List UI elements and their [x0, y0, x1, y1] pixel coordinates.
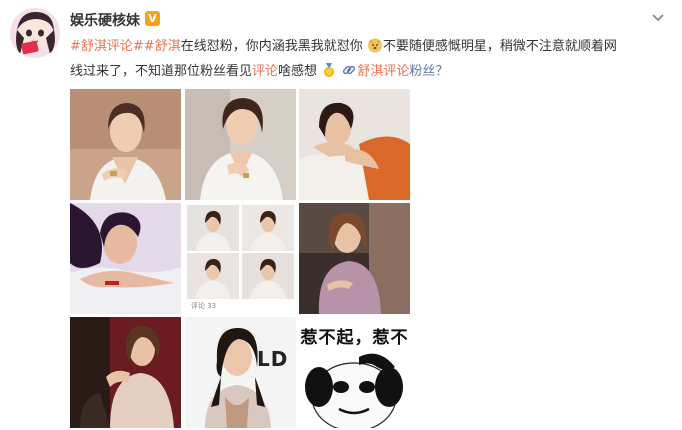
gold-medal-emoji: [321, 62, 337, 78]
super-topic-link[interactable]: 舒淇评论: [357, 64, 409, 79]
topic-link[interactable]: #舒淇: [144, 39, 181, 54]
doge-emoji: [367, 37, 383, 53]
post-text-segment: 啥感想: [278, 64, 318, 79]
post-image[interactable]: [70, 203, 181, 314]
image-grid: 评论 33 LD 惹不起，惹不: [70, 89, 410, 429]
post-text-segment: 在线怼粉，你内涵我黑我就怼你: [180, 39, 363, 54]
post-image[interactable]: 评论 33: [185, 203, 296, 314]
post-text: #舒淇评论##舒淇在线怼粉，你内涵我黑我就怼你 不要随便感慨明星，稍微不注意就顺…: [70, 34, 660, 84]
post-text-tail: 粉丝？: [409, 64, 449, 79]
verified-badge: V: [145, 11, 160, 26]
post-image[interactable]: LD: [185, 317, 296, 428]
topic-link[interactable]: #舒淇评论#: [70, 39, 144, 54]
keyword-link[interactable]: 评论: [252, 64, 278, 79]
image-caption: 评论 33: [191, 302, 217, 310]
post-image[interactable]: [70, 89, 181, 200]
meme-caption: 惹不起，惹不: [300, 328, 409, 348]
post-text-segment: 线过来了，不知道那位粉丝看见: [70, 64, 253, 79]
post-image[interactable]: [299, 203, 410, 314]
avatar[interactable]: [10, 8, 60, 58]
post-image[interactable]: [185, 89, 296, 200]
link-icon: [341, 62, 357, 78]
username[interactable]: 娱乐硬核妹: [70, 10, 140, 30]
post-text-segment: 不要随便感慨明星，稍微不注意就顺着网: [382, 39, 617, 54]
post-image[interactable]: [70, 317, 181, 428]
post-image[interactable]: 惹不起，惹不: [299, 317, 410, 428]
backdrop-sign: LD: [257, 347, 289, 371]
chevron-down-icon[interactable]: [650, 10, 666, 26]
post-image[interactable]: [299, 89, 410, 200]
